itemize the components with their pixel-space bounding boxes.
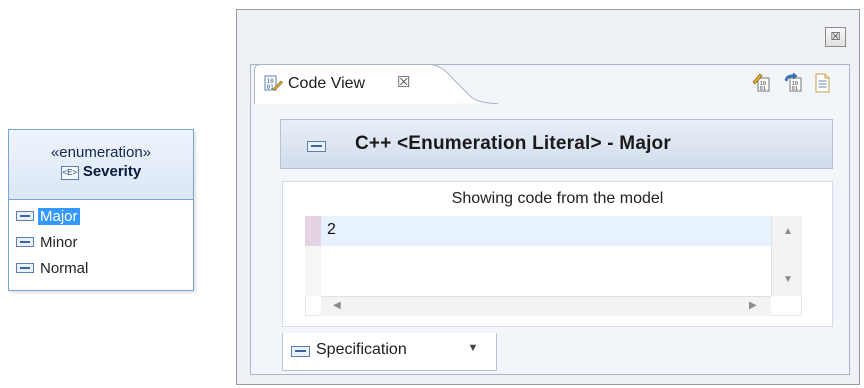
scroll-up-arrow-icon[interactable]: ▲ — [783, 226, 793, 237]
tab-close-icon[interactable]: ☒ — [397, 73, 410, 91]
collapse-icon[interactable] — [307, 141, 326, 152]
window-close-button[interactable]: ☒ — [825, 27, 846, 47]
svg-text:01: 01 — [792, 86, 799, 92]
literal-label: Normal — [40, 259, 89, 277]
enumeration-class-box[interactable]: «enumeration» <E> Severity Major Minor No… — [8, 129, 194, 291]
section-header[interactable]: C++ <Enumeration Literal> - Major — [280, 119, 833, 169]
scroll-left-arrow-icon[interactable]: ◀ — [333, 300, 341, 311]
horizontal-scrollbar[interactable]: ◀ ▶ — [321, 296, 771, 316]
tab-specification[interactable]: Specification ▼ — [282, 333, 497, 371]
literal-item-normal[interactable]: Normal — [9, 255, 193, 281]
vertical-scrollbar[interactable]: ▲ ▼ — [771, 216, 802, 296]
class-name: Severity — [82, 163, 142, 180]
literal-icon — [16, 263, 34, 273]
section-title: C++ <Enumeration Literal> - Major — [355, 133, 671, 154]
current-line-highlight — [321, 216, 771, 246]
scroll-right-arrow-icon[interactable]: ▶ — [749, 300, 757, 311]
document-icon[interactable] — [811, 72, 833, 94]
tab-code-view[interactable]: 10 01 Code View ☒ — [254, 64, 498, 104]
code-line[interactable]: 2 — [327, 221, 336, 239]
tab-label: Specification — [316, 341, 407, 358]
svg-text:01: 01 — [760, 86, 767, 92]
literal-icon — [16, 237, 34, 247]
stereotype-label: «enumeration» — [50, 144, 152, 161]
literal-item-major[interactable]: Major — [9, 203, 193, 229]
scroll-down-arrow-icon[interactable]: ▼ — [783, 274, 793, 285]
enumeration-header: «enumeration» <E> Severity — [9, 130, 193, 200]
tab-label: Code View — [288, 75, 366, 92]
class-name-row: <E> Severity — [9, 163, 193, 180]
specification-icon — [291, 346, 310, 357]
literal-icon — [16, 211, 34, 221]
svg-text:01: 01 — [267, 84, 275, 91]
synchronize-icon[interactable]: 10 01 — [783, 72, 805, 94]
literal-list: Major Minor Normal — [9, 200, 193, 281]
enumeration-icon: <E> — [60, 166, 79, 180]
literal-label: Minor — [40, 233, 78, 251]
literal-item-minor[interactable]: Minor — [9, 229, 193, 255]
literal-label: Major — [38, 207, 80, 225]
code-caption: Showing code from the model — [451, 190, 664, 207]
generate-code-icon[interactable]: 10 01 — [751, 72, 773, 94]
code-view-icon: 10 01 — [264, 75, 283, 91]
dropdown-arrow-icon[interactable]: ▼ — [463, 339, 483, 357]
current-line-marker — [305, 216, 321, 246]
